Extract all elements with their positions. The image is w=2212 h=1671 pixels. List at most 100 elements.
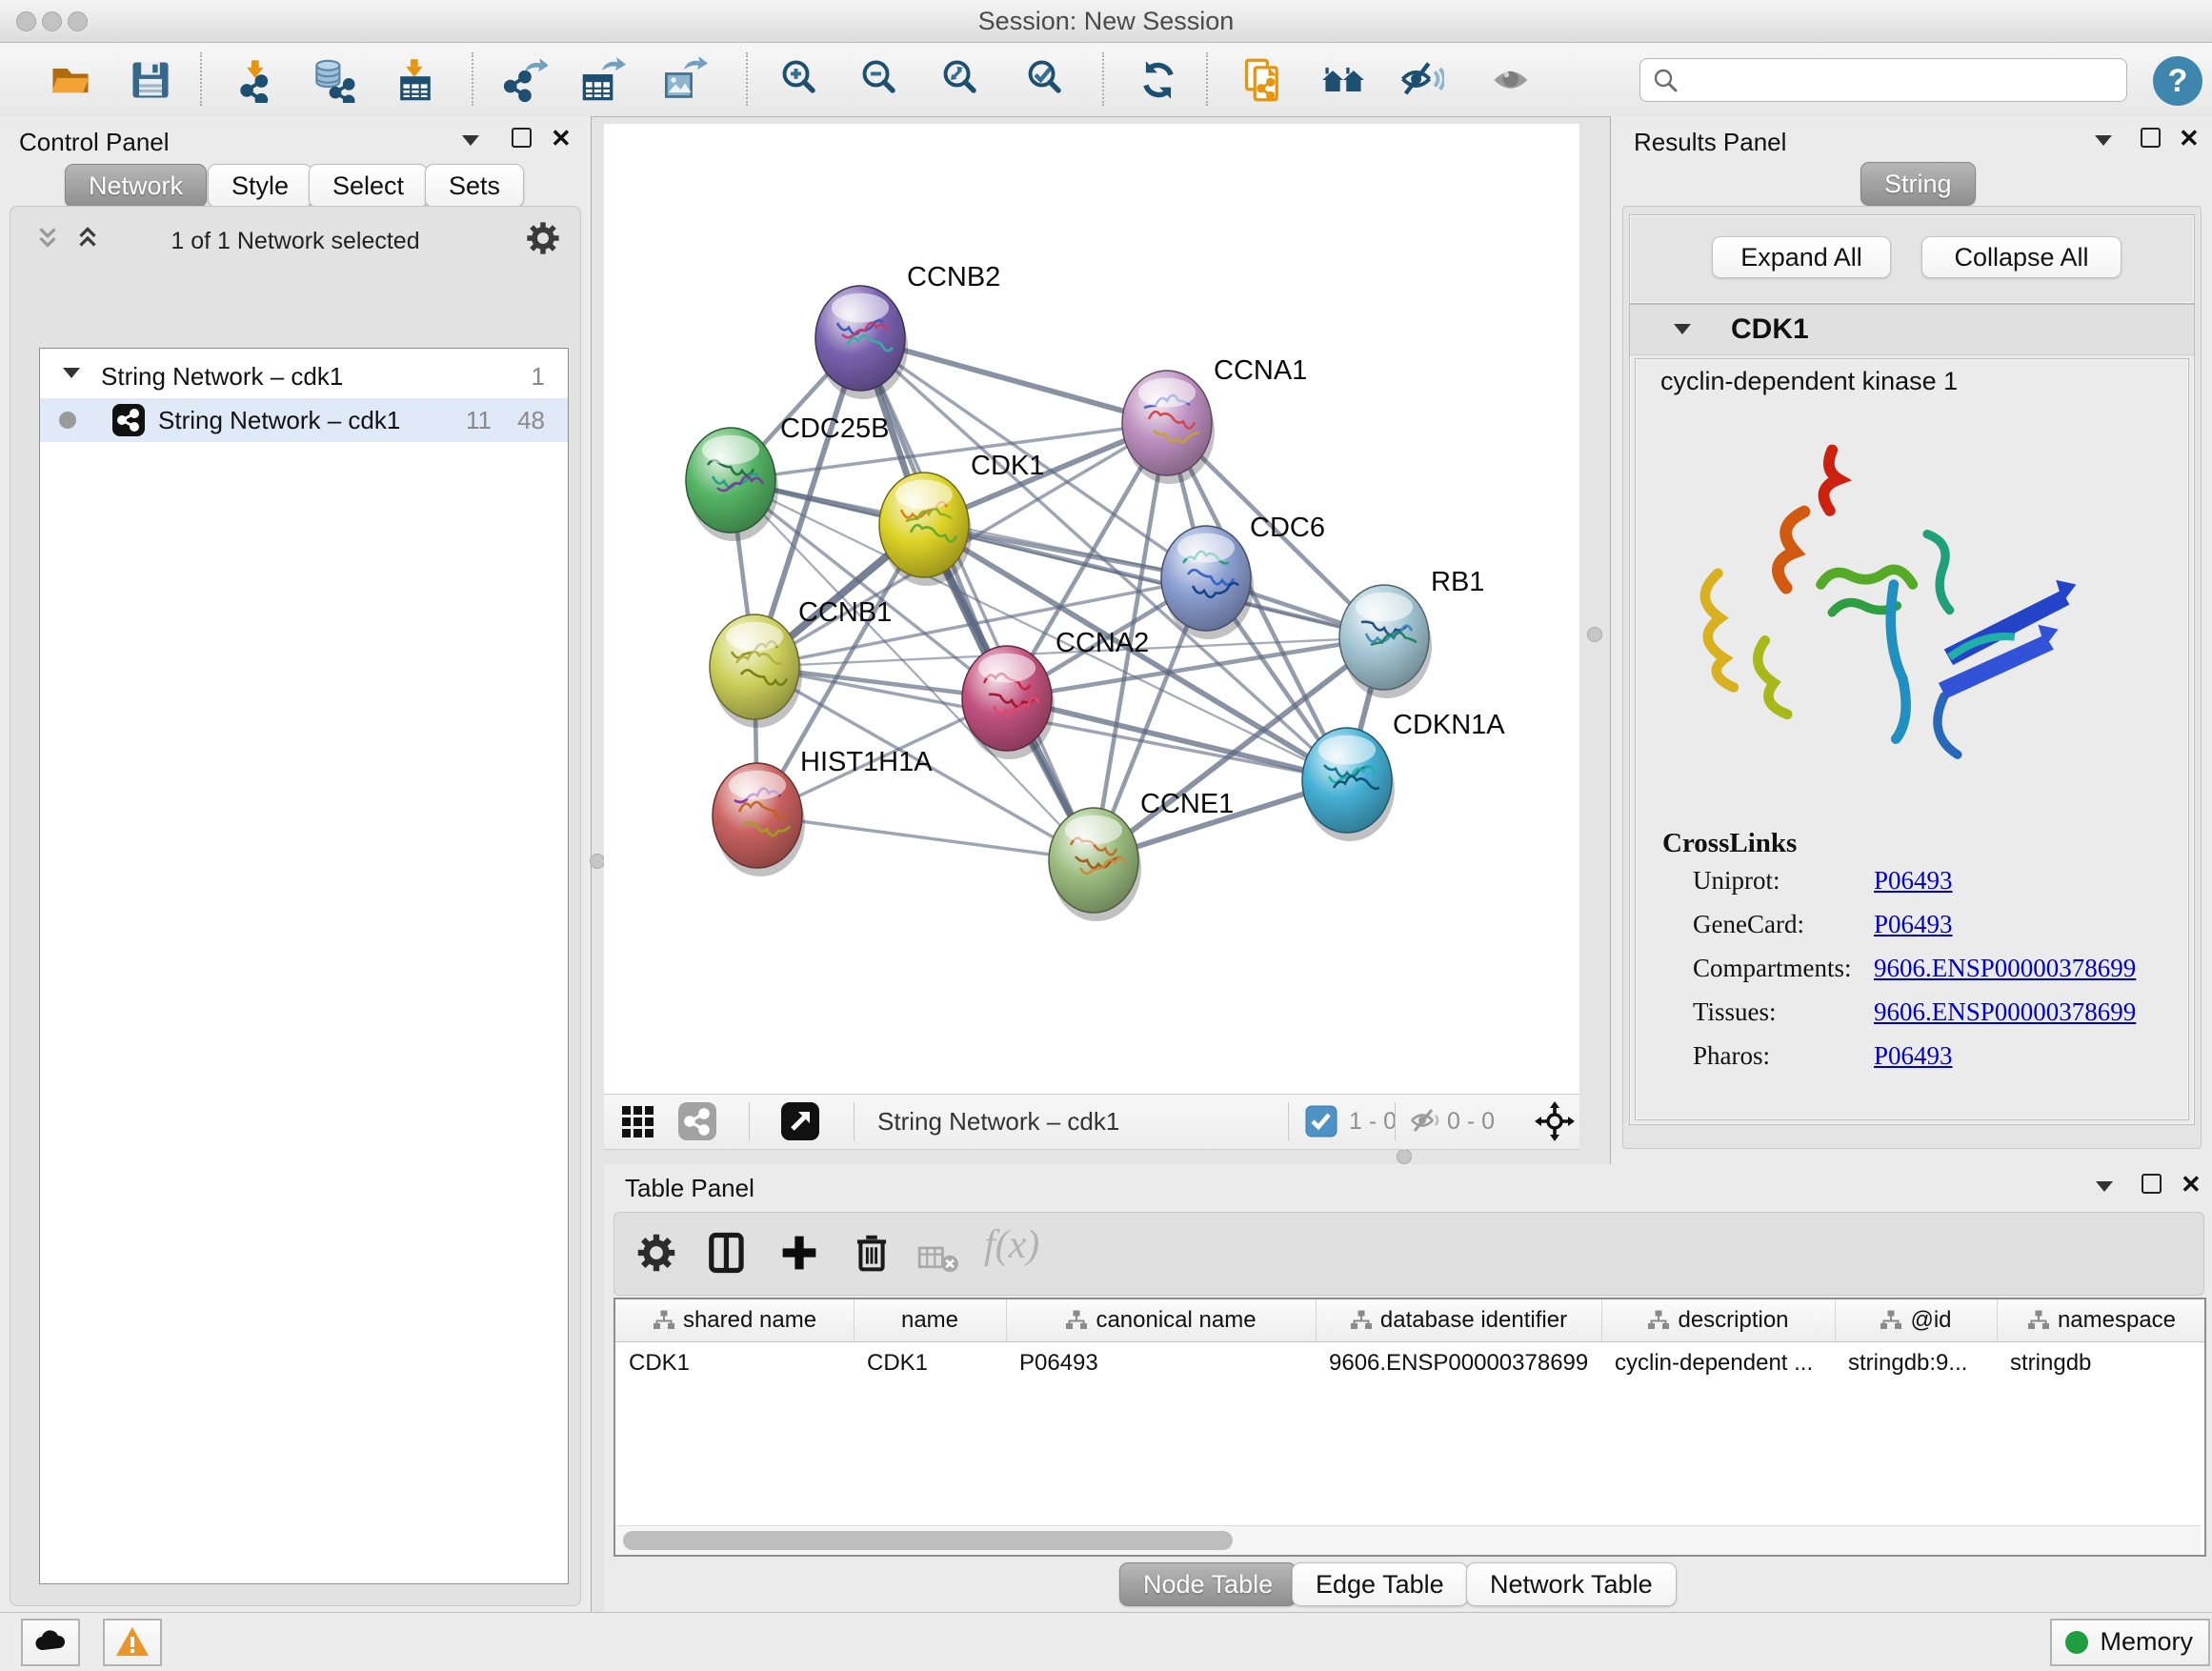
crosslink-link[interactable]: P06493 (1874, 866, 1953, 896)
zoom-out-icon[interactable] (858, 57, 904, 103)
table-panel-menu-icon[interactable] (2096, 1179, 2113, 1197)
table-cell[interactable]: stringdb (1997, 1342, 2206, 1384)
network-node[interactable] (962, 646, 1055, 759)
scrollbar-thumb[interactable] (623, 1531, 1233, 1550)
collection-collapse-icon[interactable] (63, 368, 80, 378)
column-header-name[interactable]: name (854, 1299, 1007, 1341)
tab-string[interactable]: String (1860, 162, 1976, 206)
column-header-description[interactable]: description (1601, 1299, 1836, 1341)
table-panel-close-icon[interactable]: ✕ (2181, 1170, 2202, 1199)
control-panel-float-icon[interactable] (512, 128, 532, 152)
crosslink-link[interactable]: P06493 (1874, 910, 1953, 939)
column-header-canonical-name[interactable]: canonical name (1006, 1299, 1317, 1341)
network-row[interactable]: String Network – cdk1 11 48 (40, 398, 568, 442)
export-image-icon[interactable] (662, 57, 708, 103)
zoom-in-icon[interactable] (778, 57, 824, 103)
table-cell[interactable]: P06493 (1006, 1342, 1316, 1384)
zoom-selected-icon[interactable] (1024, 57, 1070, 103)
tab-sets[interactable]: Sets (425, 164, 524, 208)
save-session-icon[interactable] (128, 57, 173, 103)
import-table-file-icon[interactable] (392, 57, 438, 103)
window-title: Session: New Session (0, 7, 2212, 36)
results-panel-float-icon[interactable] (2141, 128, 2161, 152)
pan-crosshair-icon[interactable] (1534, 1100, 1576, 1142)
crosslink-link[interactable]: P06493 (1874, 1041, 1953, 1071)
tab-network[interactable]: Network (65, 164, 207, 208)
node-table[interactable]: shared namenamecanonical namedatabase id… (613, 1298, 2206, 1557)
node-result-header[interactable]: CDK1 (1630, 305, 2194, 355)
network-node[interactable] (686, 428, 778, 541)
left-splitter-handle[interactable] (590, 854, 605, 869)
memory-button[interactable]: Memory (2050, 1619, 2210, 1666)
grid-view-icon[interactable] (620, 1104, 656, 1140)
delete-column-icon[interactable] (851, 1232, 893, 1274)
control-panel-close-icon[interactable]: ✕ (551, 124, 572, 153)
export-network-icon[interactable] (502, 57, 548, 103)
network-node[interactable] (1302, 728, 1395, 841)
node-label: RB1 (1431, 567, 1484, 597)
table-cell[interactable]: CDK1 (615, 1342, 854, 1384)
network-node[interactable] (710, 614, 802, 728)
network-node[interactable] (879, 473, 972, 586)
table-panel-float-icon[interactable] (2142, 1174, 2162, 1198)
column-header--id[interactable]: @id (1835, 1299, 1998, 1341)
table-cell[interactable]: 9606.ENSP00000378699 (1316, 1342, 1601, 1384)
table-horizontal-scrollbar[interactable] (615, 1525, 2201, 1555)
search-input[interactable] (1690, 63, 2113, 97)
open-session-icon[interactable] (48, 57, 93, 103)
export-table-icon[interactable] (580, 57, 626, 103)
bottom-splitter-handle[interactable] (1397, 1149, 1412, 1164)
tab-network-table[interactable]: Network Table (1466, 1562, 1677, 1606)
tab-style[interactable]: Style (208, 164, 312, 208)
table-row[interactable]: CDK1CDK1P064939606.ENSP00000378699cyclin… (615, 1342, 2206, 1384)
clone-network-icon[interactable] (1240, 57, 1286, 103)
table-cell[interactable]: stringdb:9... (1835, 1342, 1997, 1384)
column-header-shared-name[interactable]: shared name (615, 1299, 855, 1341)
network-node[interactable] (713, 763, 805, 876)
status-bar: Memory (0, 1612, 2212, 1671)
collection-count: 1 (532, 362, 545, 392)
tab-select[interactable]: Select (309, 164, 428, 208)
network-node[interactable] (1339, 585, 1432, 698)
network-share-view-icon[interactable] (678, 1102, 716, 1140)
tab-node-table[interactable]: Node Table (1119, 1562, 1297, 1606)
table-cell[interactable]: CDK1 (854, 1342, 1006, 1384)
add-column-icon[interactable] (778, 1232, 820, 1274)
column-header-namespace[interactable]: namespace (1997, 1299, 2206, 1341)
table-cell[interactable]: cyclin-dependent ... (1601, 1342, 1835, 1384)
table-gear-icon[interactable] (635, 1232, 677, 1274)
help-button[interactable]: ? (2153, 56, 2202, 106)
import-network-file-icon[interactable] (234, 57, 280, 103)
refresh-icon[interactable] (1136, 57, 1181, 103)
show-columns-icon[interactable] (706, 1232, 748, 1274)
zoom-fit-icon[interactable] (939, 57, 985, 103)
hide-eye-icon[interactable] (1398, 57, 1444, 103)
right-splitter-handle[interactable] (1587, 627, 1602, 642)
import-network-database-icon[interactable] (312, 57, 358, 103)
node-result-collapse-icon[interactable] (1674, 324, 1691, 334)
crosslink-link[interactable]: 9606.ENSP00000378699 (1874, 997, 2136, 1027)
table-panel: Table Panel ✕ f(x) shared namenamecanoni… (604, 1164, 2212, 1612)
network-edge[interactable] (757, 815, 1094, 860)
column-header-database-identifier[interactable]: database identifier (1316, 1299, 1602, 1341)
network-node[interactable] (1049, 808, 1141, 921)
node-label: CDK1 (971, 451, 1044, 481)
crosslink-link[interactable]: 9606.ENSP00000378699 (1874, 954, 2136, 983)
cloud-button[interactable] (21, 1619, 80, 1666)
birds-eye-view-icon[interactable] (781, 1102, 819, 1140)
network-options-gear-icon[interactable] (525, 220, 561, 256)
network-node[interactable] (1122, 371, 1215, 484)
results-panel-close-icon[interactable]: ✕ (2179, 124, 2200, 153)
show-details-eye-icon[interactable] (1490, 57, 1536, 103)
network-collection-row[interactable]: String Network – cdk1 1 (40, 354, 568, 398)
selected-checkbox-icon[interactable] (1305, 1105, 1337, 1137)
homes-icon[interactable] (1320, 57, 1366, 103)
tab-edge-table[interactable]: Edge Table (1292, 1562, 1468, 1606)
results-panel-menu-icon[interactable] (2095, 133, 2112, 151)
network-view-canvas[interactable]: CCNB2CCNA1CDC25BCDK1CDC6RB1CCNB1CCNA2CDK… (604, 124, 1579, 1094)
control-panel-menu-icon[interactable] (462, 133, 479, 151)
collapse-all-button[interactable]: Collapse All (1921, 236, 2122, 278)
network-node[interactable] (815, 286, 908, 399)
expand-all-button[interactable]: Expand All (1712, 236, 1891, 278)
warning-button[interactable] (103, 1619, 162, 1666)
